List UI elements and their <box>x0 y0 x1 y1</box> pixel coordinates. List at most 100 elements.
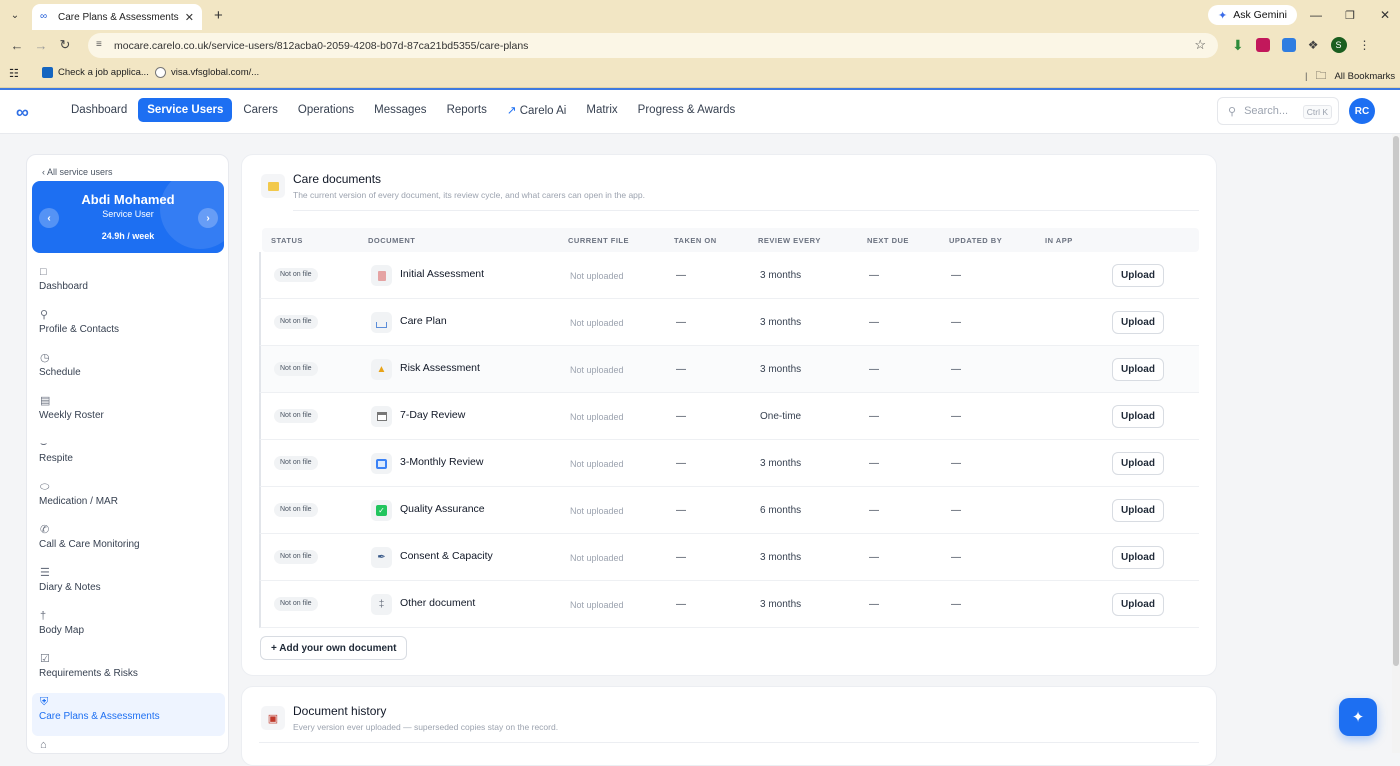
status-badge: Not on file <box>274 315 318 329</box>
url-text: mocare.carelo.co.uk/service-users/812acb… <box>114 39 529 52</box>
sidebar-item-next[interactable]: ⌂ <box>27 736 228 753</box>
nav-dashboard[interactable]: Dashboard <box>62 98 136 122</box>
bookmark-item[interactable]: visa.vfsglobal.com/... <box>155 67 259 78</box>
sidebar-item-respite[interactable]: ⌣ Respite <box>27 435 228 478</box>
search-input[interactable]: ⚲ Search... Ctrl K <box>1217 97 1339 125</box>
close-window-icon[interactable]: ✕ <box>1380 0 1390 30</box>
document-name: Consent & Capacity <box>400 550 493 562</box>
current-file: Not uploaded <box>570 459 624 469</box>
nav-operations[interactable]: Operations <box>289 98 363 122</box>
url-field[interactable]: ≡ mocare.carelo.co.uk/service-users/812a… <box>88 33 1218 58</box>
sidebar-item-label: Profile & Contacts <box>39 324 120 335</box>
bookmark-item[interactable]: Check a job applica... <box>42 67 149 78</box>
table-row: Not on file ‡ Other document Not uploade… <box>259 581 1199 628</box>
upload-button[interactable]: Upload <box>1112 499 1164 522</box>
carelo-logo-icon[interactable]: ∞ <box>16 102 42 122</box>
current-file: Not uploaded <box>570 271 624 281</box>
back-to-service-users-link[interactable]: ‹ All service users <box>42 167 113 177</box>
nav-reports[interactable]: Reports <box>438 98 496 122</box>
page-scrollbar[interactable] <box>1392 134 1400 753</box>
warning-icon: ▲ <box>371 359 392 380</box>
bookmark-label: Check a job applica... <box>58 67 149 78</box>
extension-icon[interactable] <box>1281 38 1296 52</box>
document-name: Risk Assessment <box>400 362 480 374</box>
scrollbar-thumb[interactable] <box>1393 136 1399 666</box>
apps-grid-icon[interactable]: ☷ <box>9 67 19 80</box>
minimize-icon[interactable]: — <box>1310 0 1322 30</box>
table-row: Not on file 7-Day Review Not uploaded — … <box>259 393 1199 440</box>
taken-on: — <box>676 411 686 422</box>
upload-button[interactable]: Upload <box>1112 593 1164 616</box>
updated-by: — <box>951 270 961 281</box>
sidebar-item-body-map[interactable]: † Body Map <box>27 607 228 650</box>
sidebar-item-diary-notes[interactable]: ☰ Diary & Notes <box>27 564 228 607</box>
sidebar-item-profile-contacts[interactable]: ⚲ Profile & Contacts <box>27 306 228 349</box>
table-header: STATUS DOCUMENT CURRENT FILE TAKEN ON RE… <box>262 228 1199 252</box>
bookmarks-bar: ☷ Check a job applica... visa.vfsglobal.… <box>0 60 1400 88</box>
column-header: DOCUMENT <box>368 236 416 245</box>
sidebar-item-label: Schedule <box>39 367 81 378</box>
sidebar-item-schedule[interactable]: ◷ Schedule <box>27 349 228 392</box>
nav-messages[interactable]: Messages <box>365 98 435 122</box>
shield-icon: ⛨ <box>40 696 49 708</box>
new-tab-button[interactable]: + <box>214 7 223 24</box>
sidebar-item-weekly-roster[interactable]: ▤ Weekly Roster <box>27 392 228 435</box>
maximize-icon[interactable]: ❐ <box>1345 0 1355 30</box>
sidebar-item-requirements-risks[interactable]: ☑ Requirements & Risks <box>27 650 228 693</box>
extension-icon[interactable] <box>1255 38 1270 52</box>
nav-matrix[interactable]: Matrix <box>577 98 626 122</box>
next-due: — <box>869 317 879 328</box>
sparkle-icon: ✦ <box>1351 709 1365 726</box>
upload-button[interactable]: Upload <box>1112 264 1164 287</box>
upload-button[interactable]: Upload <box>1112 452 1164 475</box>
paperclip-icon: ‡ <box>371 594 392 615</box>
forward-arrow-icon[interactable]: → <box>29 38 53 53</box>
next-due: — <box>869 364 879 375</box>
nav-service-users[interactable]: Service Users <box>138 98 233 122</box>
kebab-menu-icon[interactable]: ⋮ <box>1359 38 1371 52</box>
close-tab-icon[interactable]: ✕ <box>185 11 194 24</box>
sidebar-item-label: Call & Care Monitoring <box>39 539 140 550</box>
upload-button[interactable]: Upload <box>1112 358 1164 381</box>
sidebar-item-care-plans[interactable]: ⛨ Care Plans & Assessments <box>32 693 225 736</box>
all-bookmarks[interactable]: | 🗀 All Bookmarks <box>1305 67 1395 86</box>
nav-carelo-ai[interactable]: ↗ Carelo Ai <box>498 97 576 123</box>
gemini-sparkle-icon: ✦ <box>1218 9 1228 22</box>
next-due: — <box>869 458 879 469</box>
table-row: Not on file ✒ Consent & Capacity Not upl… <box>259 534 1199 581</box>
site-info-icon[interactable]: ≡ <box>96 39 102 50</box>
upload-button[interactable]: Upload <box>1112 546 1164 569</box>
upload-button[interactable]: Upload <box>1112 311 1164 334</box>
status-badge: Not on file <box>274 503 318 517</box>
search-placeholder: Search... <box>1244 105 1289 117</box>
nav-carers[interactable]: Carers <box>234 98 287 122</box>
upload-button[interactable]: Upload <box>1112 405 1164 428</box>
ask-gemini-button[interactable]: ✦ Ask Gemini <box>1208 5 1297 25</box>
back-arrow-icon[interactable]: ← <box>5 38 29 53</box>
reload-icon[interactable]: ↻ <box>53 37 77 53</box>
profile-avatar[interactable]: S <box>1330 37 1347 53</box>
review-every: 3 months <box>760 270 802 281</box>
browser-tab[interactable]: ∞ Care Plans & Assessments — C ✕ <box>32 4 202 30</box>
ai-assistant-button[interactable]: ✦ <box>1339 698 1377 736</box>
taken-on: — <box>676 552 686 563</box>
puzzle-icon[interactable]: ❖ <box>1308 38 1319 52</box>
review-every: 6 months <box>760 505 802 516</box>
review-every: 3 months <box>760 317 802 328</box>
tab-search-button[interactable]: ⌄ <box>4 4 26 26</box>
taken-on: — <box>676 599 686 610</box>
current-file: Not uploaded <box>570 600 624 610</box>
nav-progress-awards[interactable]: Progress & Awards <box>629 98 745 122</box>
add-document-button[interactable]: + Add your own document <box>260 636 408 660</box>
download-icon[interactable]: ⬇ <box>1232 38 1244 52</box>
user-avatar[interactable]: RC <box>1349 98 1375 124</box>
document-history-panel: ▣ Document history Every version ever up… <box>241 686 1217 766</box>
bookmark-star-icon[interactable]: ☆ <box>1194 37 1206 53</box>
sidebar-item-medication[interactable]: ⬭ Medication / MAR <box>27 478 228 521</box>
sidebar-item-dashboard[interactable]: □ Dashboard <box>27 263 228 306</box>
sidebar-item-label: Diary & Notes <box>39 582 101 593</box>
document-name: 3-Monthly Review <box>400 456 484 468</box>
sidebar-item-call-care-monitoring[interactable]: ✆ Call & Care Monitoring <box>27 521 228 564</box>
history-icon: ▣ <box>261 706 285 730</box>
app-header: ∞ Dashboard Service Users Carers Operati… <box>0 88 1400 134</box>
